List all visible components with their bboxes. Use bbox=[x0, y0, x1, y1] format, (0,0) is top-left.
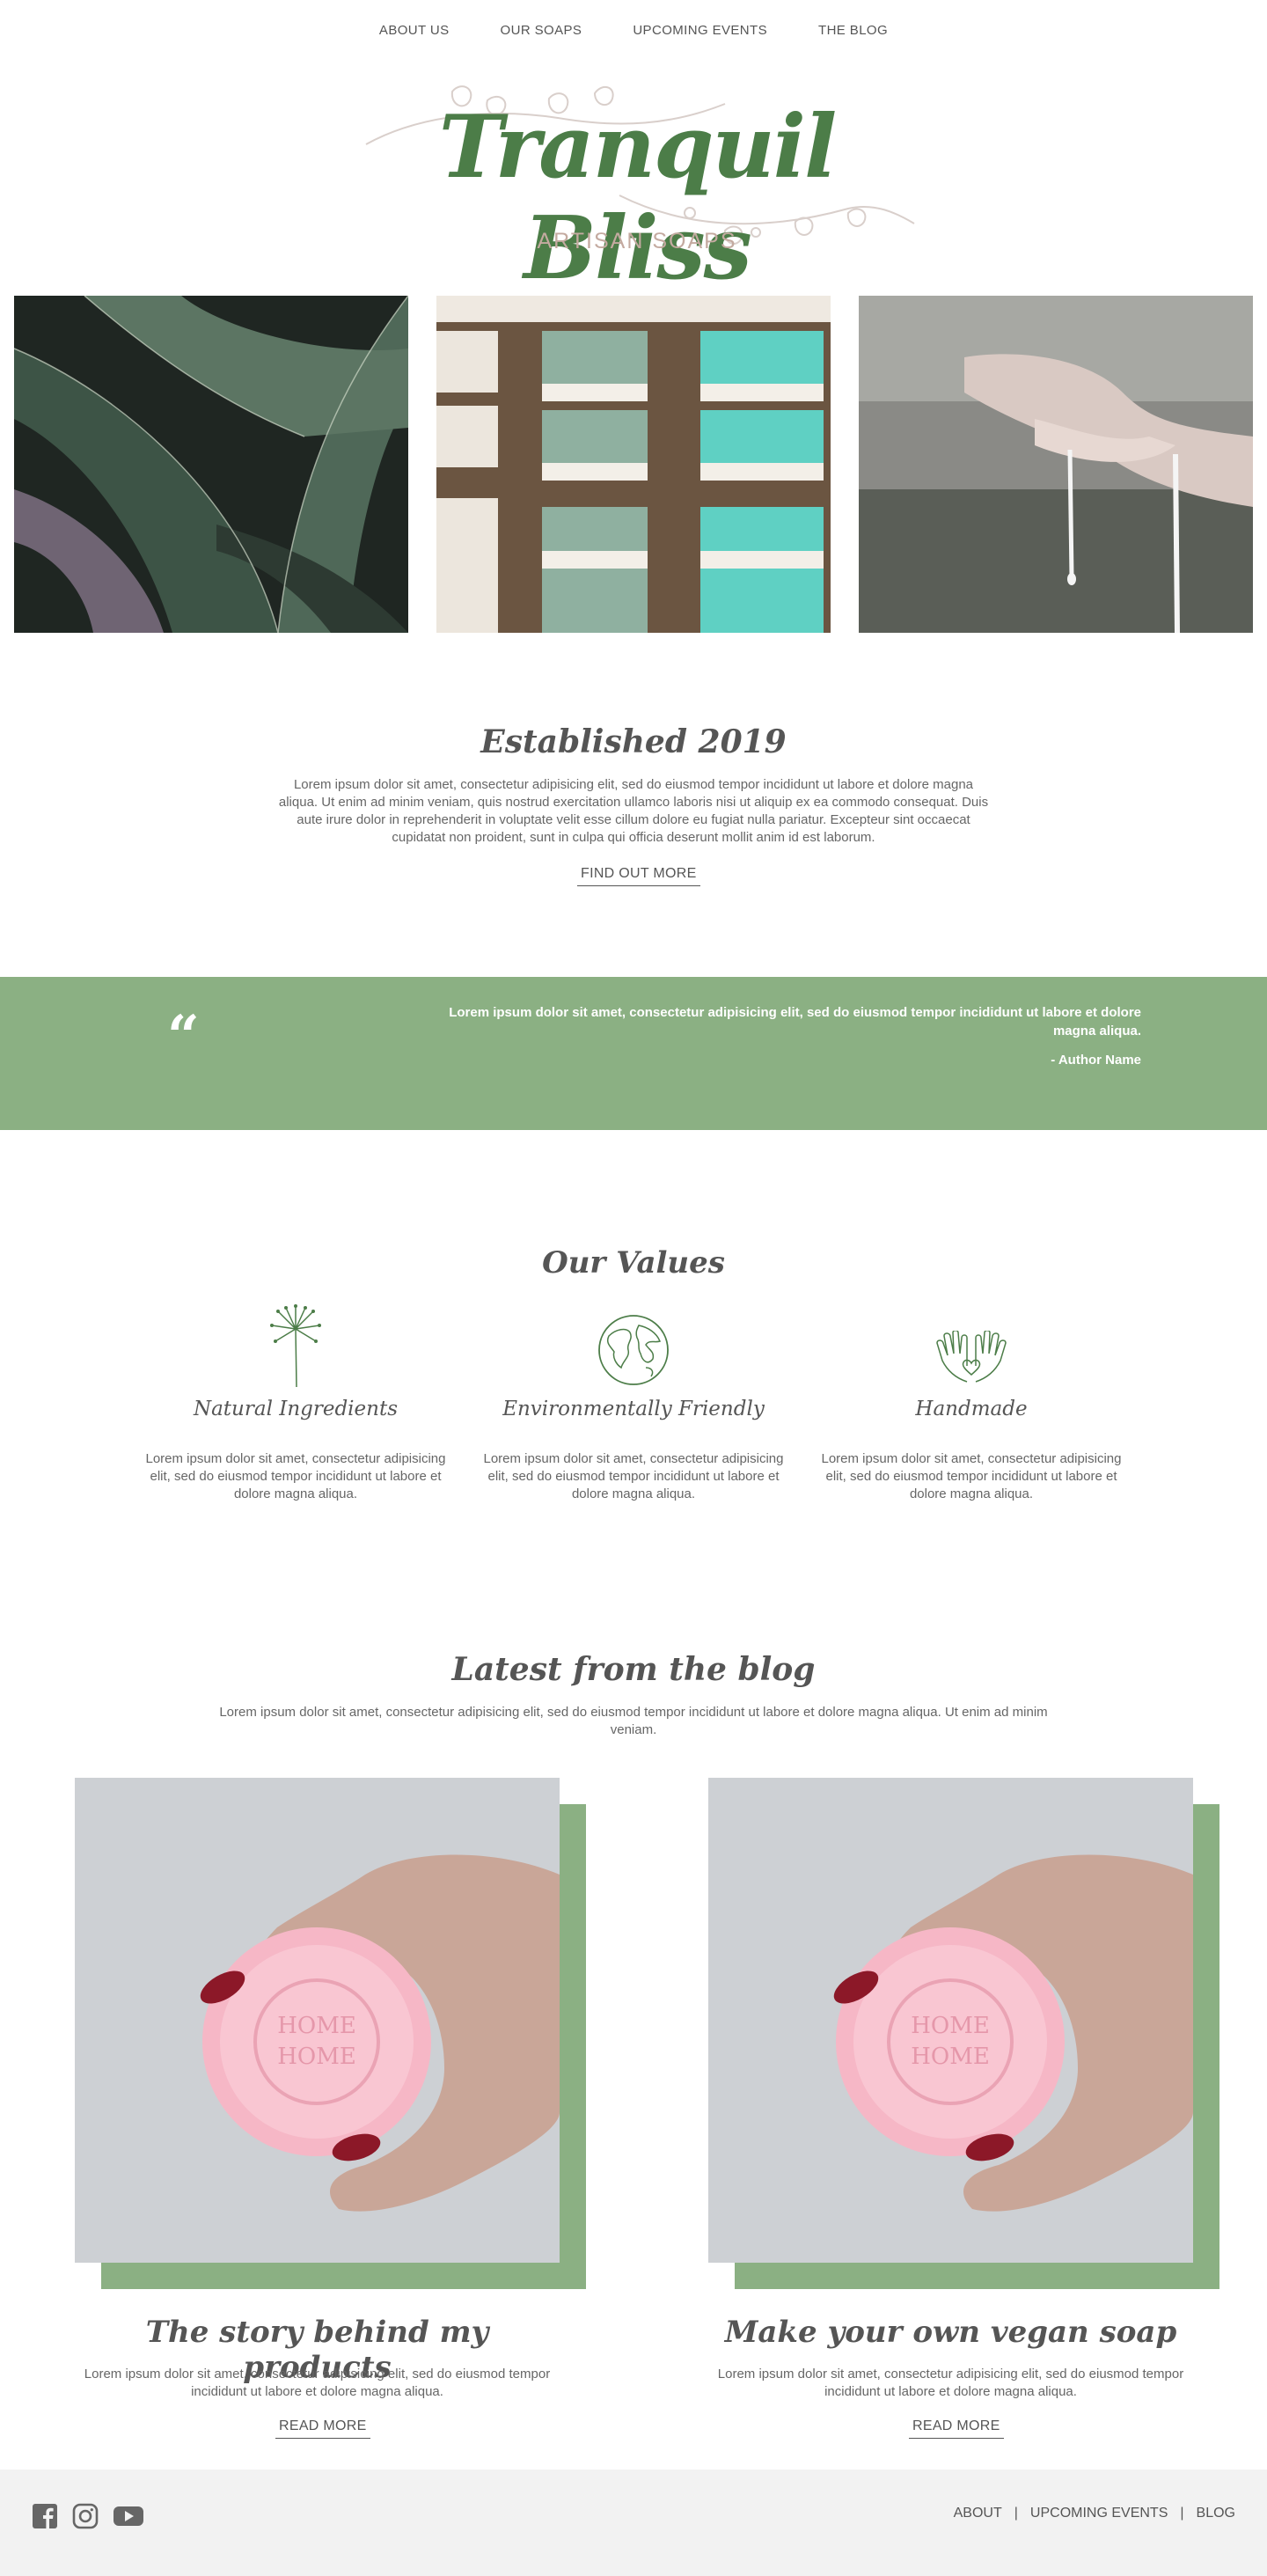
hands-water-photo bbox=[859, 296, 1253, 633]
post-text: Lorem ipsum dolor sit amet, consectetur … bbox=[84, 2367, 551, 2399]
footer-links: ABOUT | UPCOMING EVENTS | BLOG bbox=[954, 2506, 1235, 2521]
svg-text:HOME: HOME bbox=[277, 2044, 356, 2070]
youtube-icon[interactable] bbox=[113, 2503, 144, 2534]
find-out-more-button[interactable]: FIND OUT MORE bbox=[577, 866, 700, 886]
value-handmade: Handmade Lorem ipsum dolor sit amet, con… bbox=[817, 1303, 1125, 1503]
blog-title: Latest from the blog bbox=[451, 1651, 816, 1688]
value-natural-ingredients: Natural Ingredients Lorem ipsum dolor si… bbox=[142, 1303, 450, 1503]
agave-leaves-photo bbox=[14, 296, 408, 633]
post-image[interactable]: HOME HOME bbox=[75, 1778, 560, 2263]
blog-intro: Lorem ipsum dolor sit amet, consectetur … bbox=[219, 1705, 1048, 1737]
value-title: Natural Ingredients bbox=[193, 1398, 399, 1420]
quote-mark-icon: “ bbox=[167, 1003, 200, 1069]
post-text: Lorem ipsum dolor sit amet, consectetur … bbox=[717, 2367, 1184, 2399]
logo-title: Tranquil Bliss bbox=[438, 97, 837, 299]
post-image[interactable]: HOME HOME bbox=[708, 1778, 1193, 2263]
nav-about-us[interactable]: ABOUT US bbox=[379, 23, 450, 38]
established-text: Lorem ipsum dolor sit amet, consectetur … bbox=[278, 777, 989, 845]
footer-link-blog[interactable]: BLOG bbox=[1197, 2506, 1235, 2521]
logo-subtitle: ARTISAN SOAPS bbox=[537, 229, 737, 253]
hands-heart-icon bbox=[817, 1303, 1125, 1387]
value-environmentally-friendly: Environmentally Friendly Lorem ipsum dol… bbox=[480, 1303, 787, 1503]
value-text: Lorem ipsum dolor sit amet, consectetur … bbox=[821, 1451, 1122, 1501]
instagram-icon[interactable] bbox=[72, 2503, 99, 2534]
footer-separator: | bbox=[1180, 2506, 1184, 2521]
svg-text:HOME: HOME bbox=[911, 2013, 990, 2039]
value-title: Handmade bbox=[915, 1398, 1028, 1420]
established-title: Established 2019 bbox=[480, 723, 787, 760]
value-title: Environmentally Friendly bbox=[502, 1398, 765, 1420]
footer bbox=[0, 2470, 1267, 2576]
social-links bbox=[32, 2503, 144, 2534]
read-more-button[interactable]: READ MORE bbox=[275, 2418, 370, 2439]
footer-link-upcoming-events[interactable]: UPCOMING EVENTS bbox=[1030, 2506, 1168, 2521]
dandelion-icon bbox=[142, 1303, 450, 1387]
site-logo[interactable]: Tranquil Bliss ARTISAN SOAPS bbox=[355, 81, 919, 299]
read-more-button[interactable]: READ MORE bbox=[909, 2418, 1004, 2439]
svg-text:HOME: HOME bbox=[911, 2044, 990, 2070]
footer-link-about[interactable]: ABOUT bbox=[954, 2506, 1002, 2521]
facebook-icon[interactable] bbox=[32, 2503, 58, 2534]
nav-upcoming-events[interactable]: UPCOMING EVENTS bbox=[633, 23, 767, 38]
top-navigation: ABOUT US OUR SOAPS UPCOMING EVENTS THE B… bbox=[0, 23, 1267, 38]
post-title[interactable]: Make your own vegan soap bbox=[708, 2315, 1193, 2350]
soap-bars-photo bbox=[436, 296, 831, 633]
values-title: Our Values bbox=[542, 1245, 725, 1281]
testimonial-author: - Author Name bbox=[1051, 1053, 1141, 1068]
soap-stamp-text: HOME bbox=[277, 2013, 356, 2039]
nav-our-soaps[interactable]: OUR SOAPS bbox=[501, 23, 582, 38]
footer-separator: | bbox=[1014, 2506, 1018, 2521]
testimonial-text: Lorem ipsum dolor sit amet, consectetur … bbox=[449, 1005, 1141, 1038]
globe-icon bbox=[480, 1303, 787, 1387]
nav-the-blog[interactable]: THE BLOG bbox=[818, 23, 888, 38]
value-text: Lorem ipsum dolor sit amet, consectetur … bbox=[483, 1451, 784, 1501]
value-text: Lorem ipsum dolor sit amet, consectetur … bbox=[145, 1451, 446, 1501]
